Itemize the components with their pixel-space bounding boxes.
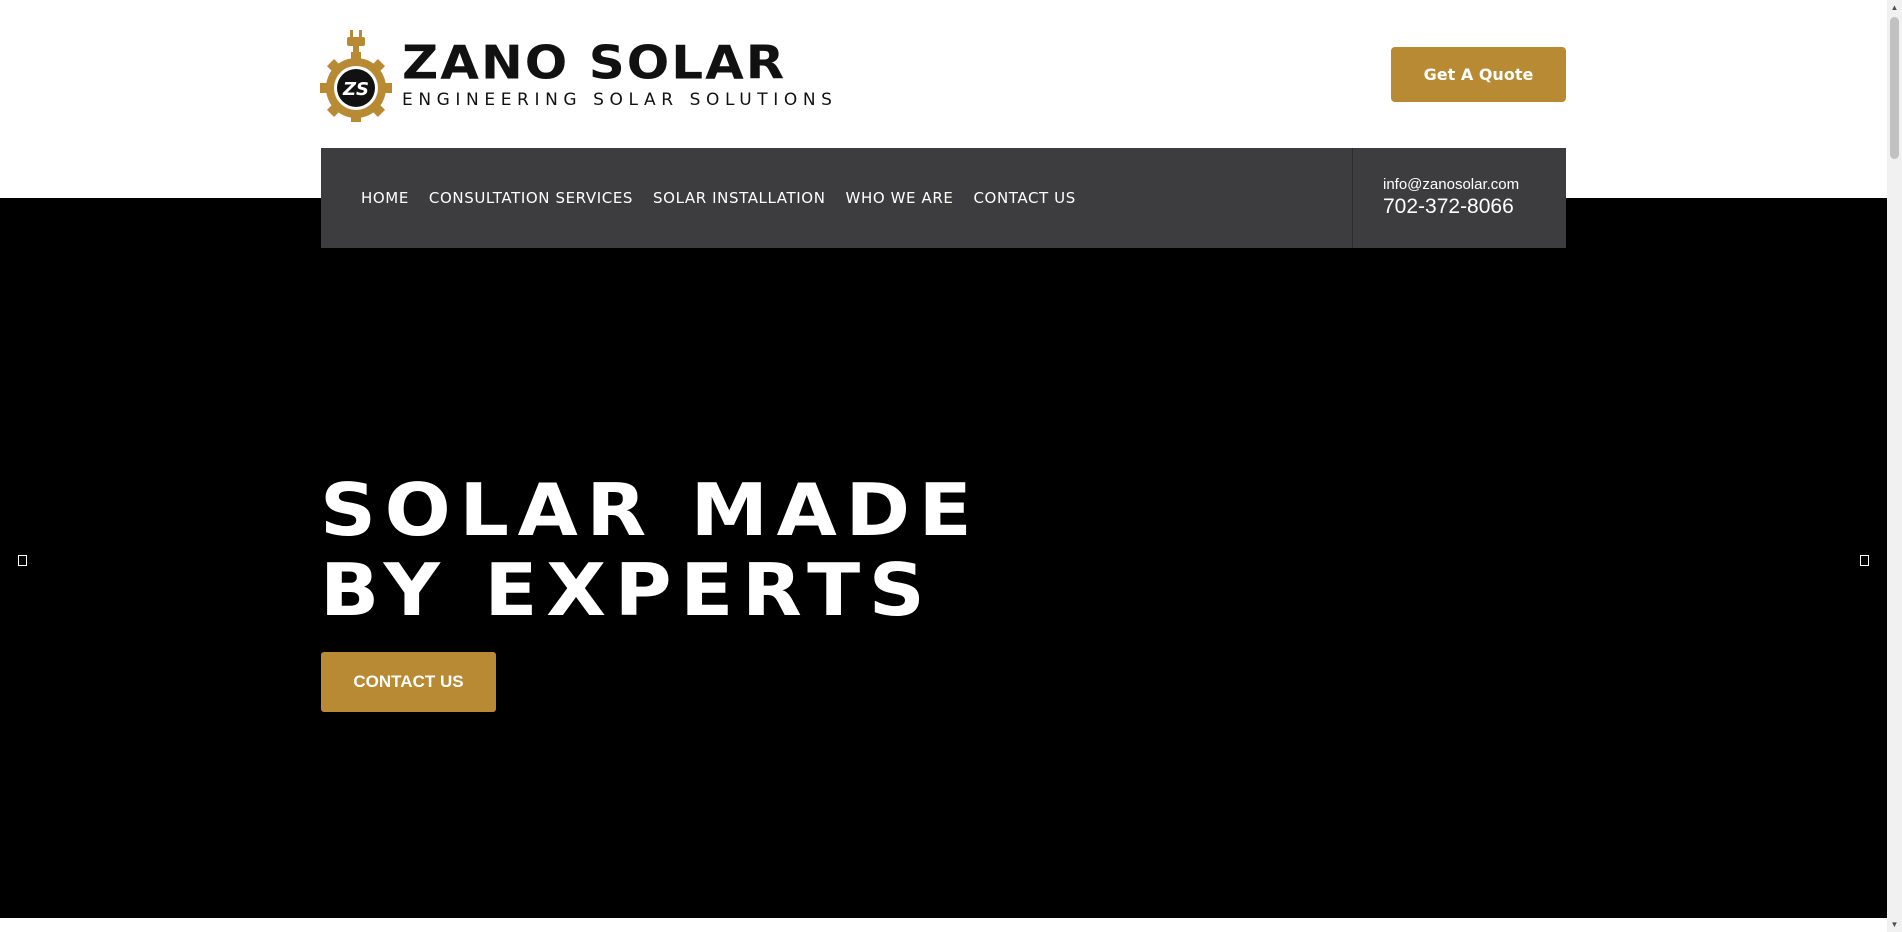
hero-headline: SOLAR MADE BY EXPERTS xyxy=(320,470,980,630)
scrollbar-thumb[interactable] xyxy=(1890,17,1899,159)
nav-item-contact-us[interactable]: CONTACT US xyxy=(973,189,1075,207)
hero-headline-line-1: SOLAR MADE xyxy=(320,468,981,552)
main-nav: HOME CONSULTATION SERVICES SOLAR INSTALL… xyxy=(321,148,1566,248)
page-below-fold xyxy=(0,918,1887,932)
slider-prev-icon[interactable] xyxy=(18,555,27,566)
contact-email-link[interactable]: info@zanosolar.com xyxy=(1383,176,1566,194)
page: ZS ZANO SOLAR ENGINEERING SOLAR SOLUTION… xyxy=(0,0,1902,932)
scroll-up-arrow-icon[interactable]: ▲ xyxy=(1887,0,1902,15)
nav-list: HOME CONSULTATION SERVICES SOLAR INSTALL… xyxy=(361,148,1096,248)
get-a-quote-button[interactable]: Get A Quote xyxy=(1391,47,1566,102)
nav-item-consultation-services[interactable]: CONSULTATION SERVICES xyxy=(429,189,633,207)
logo-text: ZANO SOLAR ENGINEERING SOLAR SOLUTIONS xyxy=(402,38,838,110)
logo-tagline: ENGINEERING SOLAR SOLUTIONS xyxy=(402,90,838,110)
hero-headline-line-2: BY EXPERTS xyxy=(320,548,934,632)
nav-item-solar-installation[interactable]: SOLAR INSTALLATION xyxy=(653,189,825,207)
slider-next-icon[interactable] xyxy=(1860,555,1869,566)
logo[interactable]: ZS ZANO SOLAR ENGINEERING SOLAR SOLUTION… xyxy=(320,26,860,124)
hero-contact-us-button[interactable]: CONTACT US xyxy=(321,652,496,712)
nav-item-home[interactable]: HOME xyxy=(361,189,409,207)
scroll-down-arrow-icon[interactable]: ▼ xyxy=(1887,917,1902,932)
nav-contact-info: info@zanosolar.com 702-372-8066 xyxy=(1352,148,1566,248)
contact-phone-link[interactable]: 702-372-8066 xyxy=(1383,194,1566,220)
logo-name: ZANO SOLAR xyxy=(402,36,787,90)
gear-plug-icon: ZS xyxy=(320,26,392,124)
logo-monogram: ZS xyxy=(342,79,369,100)
nav-item-who-we-are[interactable]: WHO WE ARE xyxy=(846,189,954,207)
vertical-scrollbar[interactable]: ▲ ▼ xyxy=(1887,0,1902,932)
